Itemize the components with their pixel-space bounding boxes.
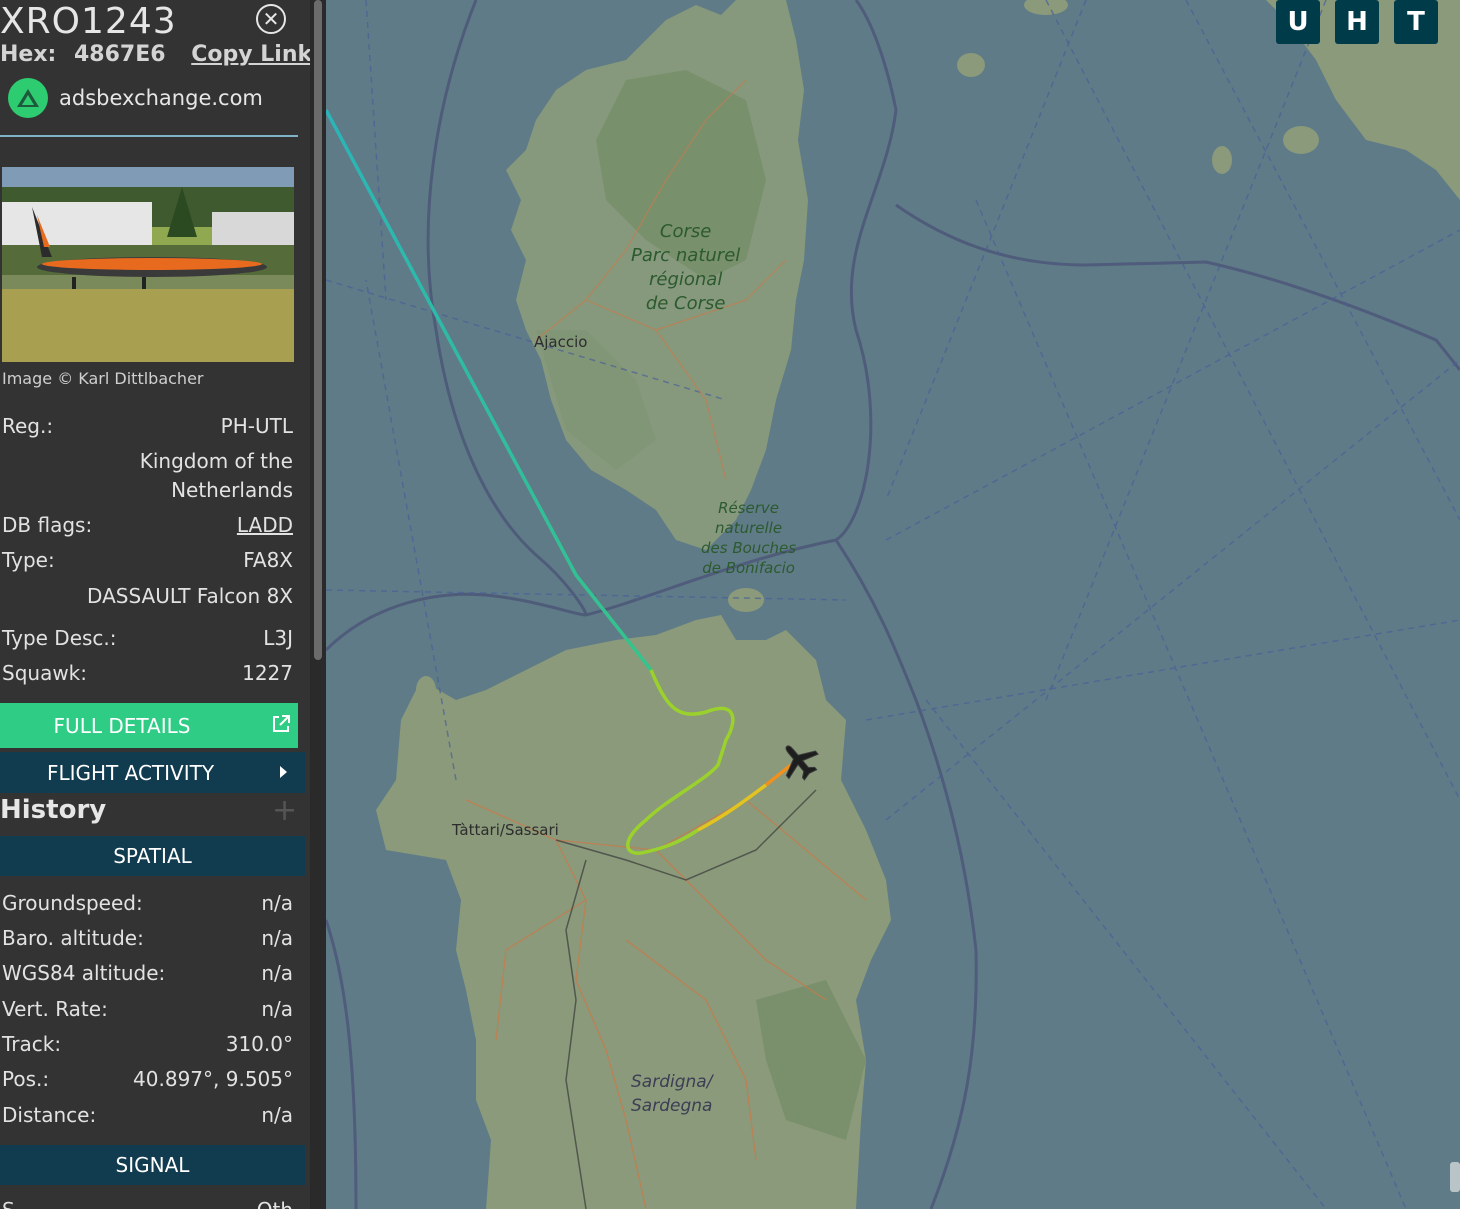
close-icon: ✕ [262, 7, 280, 31]
distance-label: Distance: [2, 1103, 97, 1127]
map-view[interactable]: U H T Corse Parc naturel régional de Cor… [326, 0, 1460, 1209]
label-line: Sardigna/ [631, 1072, 713, 1092]
caret-right-icon [280, 766, 287, 778]
full-details-button[interactable]: FULL DETAILS [0, 703, 298, 748]
wgs84-altitude-value: n/a [261, 961, 293, 985]
map-toggle-u-button[interactable]: U [1276, 0, 1320, 44]
history-heading: History [0, 795, 107, 825]
spatial-section-header[interactable]: SPATIAL [0, 836, 305, 876]
map-toggle-t-button[interactable]: T [1394, 0, 1438, 44]
map-resize-handle[interactable] [1450, 1162, 1460, 1192]
position-label: Pos.: [2, 1067, 50, 1091]
aircraft-info-panel: XRO1243 ✕ Hex: 4867E6 Copy Link adsbexch… [0, 0, 310, 1209]
spatial-row: Groundspeed: n/a [2, 891, 293, 915]
country-line-1: Kingdom of the [139, 449, 293, 473]
signal-row-value: Oth [257, 1198, 293, 1209]
aircraft-photo[interactable] [2, 167, 294, 362]
signal-label: SIGNAL [115, 1153, 190, 1177]
map-label-ajaccio: Ajaccio [534, 333, 588, 351]
spatial-row: Pos.: 40.897°, 9.505° [2, 1067, 293, 1091]
copy-link[interactable]: Copy Link [191, 42, 310, 67]
db-flag-ladd-link[interactable]: LADD [237, 513, 293, 537]
baro-altitude-label: Baro. altitude: [2, 926, 144, 950]
reg-value[interactable]: PH-UTL [221, 414, 293, 438]
type-full-name: DASSAULT Falcon 8X [87, 584, 293, 608]
spatial-row: Vert. Rate: n/a [2, 997, 293, 1021]
brand-link[interactable]: adsbexchange.com [8, 78, 263, 118]
spatial-row: Distance: n/a [2, 1103, 293, 1127]
map-label-bonifacio: Réserve naturelle des Bouches de Bonifac… [701, 498, 796, 578]
map-toggle-h-button[interactable]: H [1335, 0, 1379, 44]
position-value: 40.897°, 9.505° [133, 1067, 293, 1091]
signal-section-header[interactable]: SIGNAL [0, 1145, 305, 1185]
hex-value: 4867E6 [74, 42, 166, 67]
label-line: Parc naturel [631, 245, 741, 266]
map-canvas [326, 0, 1460, 1209]
type-label: Type: [2, 548, 55, 572]
reg-label: Reg.: [2, 414, 54, 438]
type-row: Type: FA8X [2, 548, 293, 572]
type-value: FA8X [243, 548, 293, 572]
vert-rate-value: n/a [261, 997, 293, 1021]
signal-row-label: S [2, 1198, 15, 1209]
divider [0, 135, 298, 137]
flight-activity-label: FLIGHT ACTIVITY [46, 760, 215, 785]
map-label-sardegna: Sardigna/ Sardegna [631, 1070, 712, 1118]
scrollbar-thumb[interactable] [314, 0, 322, 660]
wgs84-altitude-label: WGS84 altitude: [2, 961, 166, 985]
hex-label: Hex: [0, 42, 57, 67]
history-expand-button[interactable]: + [272, 796, 297, 826]
photo-credit: Image © Karl Dittlbacher [2, 369, 204, 388]
label-line: des Bouches [701, 539, 797, 557]
groundspeed-value: n/a [261, 891, 293, 915]
label-line: Réserve [718, 499, 780, 517]
spatial-row: Baro. altitude: n/a [2, 926, 293, 950]
spatial-label: SPATIAL [113, 844, 192, 868]
registration-row: Reg.: PH-UTL [2, 414, 293, 438]
full-details-label: FULL DETAILS [53, 713, 191, 738]
label-line: Sardegna [631, 1096, 713, 1116]
brand-text: adsbexchange.com [59, 86, 263, 110]
type-desc-row: Type Desc.: L3J [2, 626, 293, 650]
external-link-icon [270, 713, 292, 740]
spatial-row: WGS84 altitude: n/a [2, 961, 293, 985]
country-value: Kingdom of the Netherlands [140, 447, 293, 505]
callsign-title: XRO1243 [0, 1, 177, 42]
distance-value: n/a [261, 1103, 293, 1127]
label-line: de Corse [645, 293, 726, 314]
squawk-value: 1227 [242, 661, 293, 685]
label-line: de Bonifacio [702, 559, 795, 577]
db-flags-row: DB flags: LADD [2, 513, 293, 537]
signal-row-partial: S Oth [2, 1198, 293, 1209]
track-value: 310.0° [225, 1032, 293, 1056]
label-line: régional [648, 269, 723, 290]
flight-activity-button[interactable]: FLIGHT ACTIVITY [0, 752, 305, 793]
hex-row: Hex: 4867E6 Copy Link [0, 42, 310, 67]
db-flags-label: DB flags: [2, 513, 93, 537]
type-desc-value: L3J [263, 626, 293, 650]
spatial-row: Track: 310.0° [2, 1032, 293, 1056]
aircraft-marker-icon[interactable] [776, 740, 822, 786]
vert-rate-label: Vert. Rate: [2, 997, 108, 1021]
map-label-sassari: Tàttari/Sassari [452, 821, 559, 839]
type-desc-label: Type Desc.: [2, 626, 117, 650]
squawk-row: Squawk: 1227 [2, 661, 293, 685]
close-panel-button[interactable]: ✕ [256, 4, 286, 34]
country-line-2: Netherlands [171, 478, 293, 502]
map-label-corse: Corse Parc naturel régional de Corse [631, 220, 740, 316]
baro-altitude-value: n/a [261, 926, 293, 950]
label-line: Corse [659, 221, 712, 242]
track-label: Track: [2, 1032, 62, 1056]
sidebar-scrollbar[interactable] [310, 0, 326, 1209]
squawk-label: Squawk: [2, 661, 87, 685]
label-line: naturelle [715, 519, 783, 537]
groundspeed-label: Groundspeed: [2, 891, 143, 915]
adsbexchange-logo-icon [8, 78, 48, 118]
